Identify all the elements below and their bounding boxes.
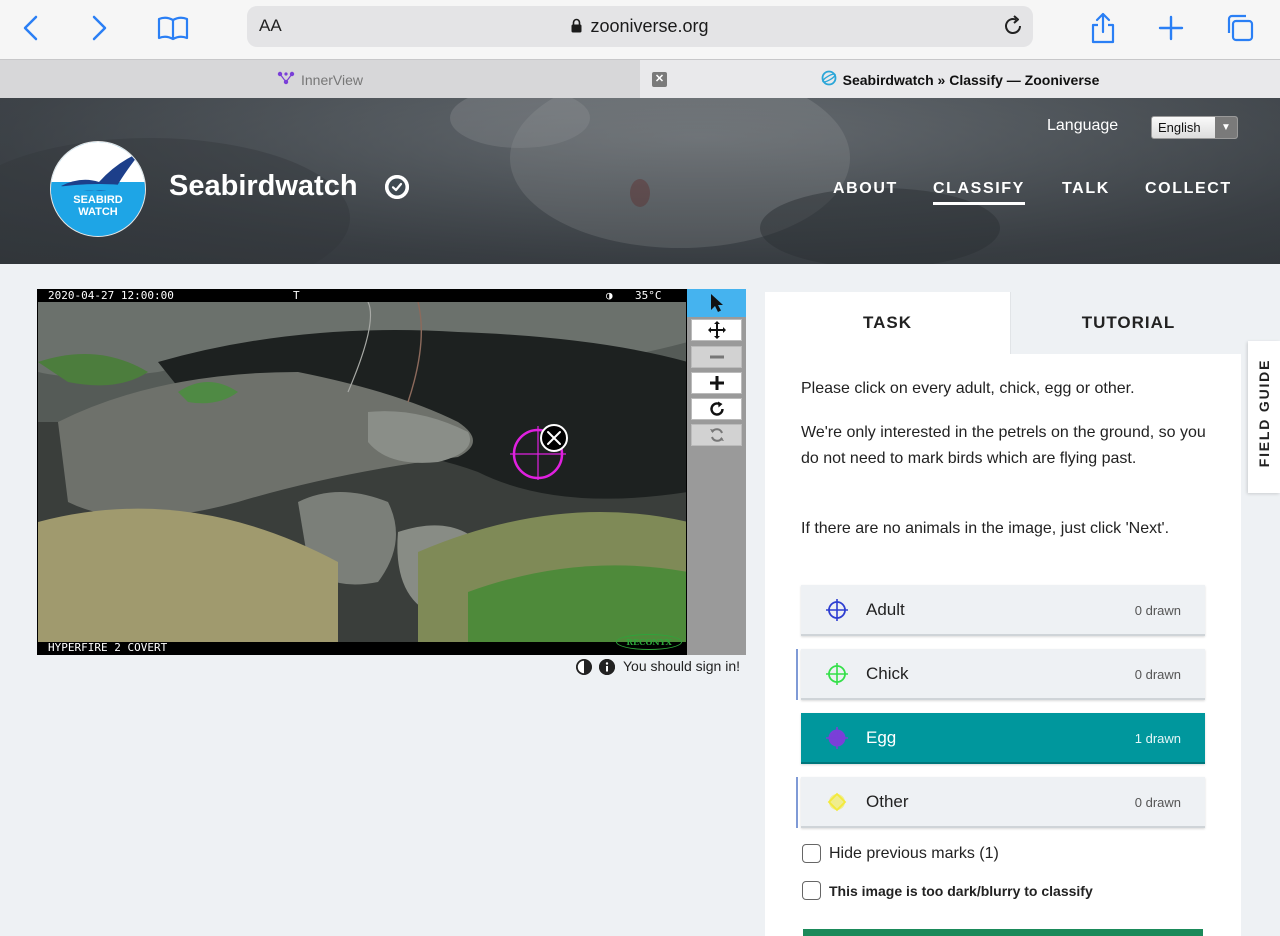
camera-model-bar: HYPERFIRE 2 COVERT <box>38 641 686 654</box>
nav-about[interactable]: ABOUT <box>833 180 898 198</box>
sign-in-prompt: You should sign in! <box>623 658 741 674</box>
rotate-icon <box>709 401 724 416</box>
next-button[interactable] <box>803 929 1203 936</box>
tab-tutorial[interactable]: TUTORIAL <box>1010 292 1246 354</box>
close-tab-icon[interactable]: ✕ <box>652 72 667 87</box>
camera-trap-photo <box>38 301 686 650</box>
moon-phase-icon: ◑ <box>606 289 613 302</box>
too-dark-label: This image is too dark/blurry to classif… <box>829 882 1093 899</box>
diamond-icon <box>827 792 847 812</box>
task-instruction-1: Please click on every adult, chick, egg … <box>801 380 1135 397</box>
language-label: Language <box>1047 117 1119 134</box>
hide-marks-option[interactable]: Hide previous marks (1) <box>802 844 999 863</box>
too-dark-option[interactable]: This image is too dark/blurry to classif… <box>802 881 1093 900</box>
tool-count: 0 drawn <box>1134 603 1181 618</box>
share-icon[interactable] <box>1085 10 1121 46</box>
crosshair-icon <box>826 599 848 621</box>
forward-chevron-icon[interactable] <box>81 10 117 46</box>
crosshair-icon <box>826 663 848 685</box>
nav-classify[interactable]: CLASSIFY <box>933 180 1025 205</box>
delete-mark-icon[interactable] <box>540 424 568 452</box>
row-accent <box>796 777 798 828</box>
tool-other[interactable]: Other 0 drawn <box>796 777 1205 828</box>
nav-talk[interactable]: TALK <box>1062 180 1110 198</box>
verified-badge-icon <box>385 175 409 199</box>
reconyx-logo: RECONYX <box>616 634 682 650</box>
row-accent <box>796 649 798 700</box>
zooniverse-favicon-icon <box>821 70 837 89</box>
tool-count: 0 drawn <box>1134 667 1181 682</box>
nav-collect[interactable]: COLLECT <box>1145 180 1232 198</box>
new-tab-plus-icon[interactable] <box>1153 10 1189 46</box>
logo-text-line2: WATCH <box>78 206 118 218</box>
browser-tab-bar: InnerView ✕ Seabirdwatch » Classify — Zo… <box>0 59 1280 99</box>
reload-icon[interactable] <box>1001 14 1025 38</box>
task-panel: TASK TUTORIAL Please click on every adul… <box>765 292 1246 936</box>
lock-icon <box>571 17 582 38</box>
reset-button[interactable] <box>691 424 742 446</box>
tab-task[interactable]: TASK <box>765 292 1010 354</box>
language-selected-value: English <box>1158 120 1201 135</box>
tab-seabirdwatch[interactable]: ✕ Seabirdwatch » Classify — Zooniverse <box>640 60 1280 99</box>
tool-label: Other <box>866 792 909 811</box>
temperature: 35°C <box>635 289 662 302</box>
task-instruction-3: If there are no animals in the image, ju… <box>801 520 1170 537</box>
address-bar[interactable]: AA zooniverse.org <box>247 6 1033 47</box>
tool-count: 0 drawn <box>1134 795 1181 810</box>
subject-image[interactable]: 2020-04-27 12:00:00 T ◑ 35°C HYPERFIRE 2… <box>37 289 687 655</box>
timestamp: 2020-04-27 12:00:00 <box>48 289 174 302</box>
tab-title: Seabirdwatch » Classify — Zooniverse <box>842 71 1100 88</box>
pointer-tool[interactable] <box>687 289 746 317</box>
cursor-arrow-icon <box>710 294 723 312</box>
project-header: Language English ▼ SEABIRD WATCH Seabird… <box>0 98 1280 264</box>
rotate-button[interactable] <box>691 398 742 420</box>
tabs-overview-icon[interactable] <box>1222 10 1258 46</box>
tab-innerview[interactable]: InnerView <box>0 60 640 99</box>
filled-circle-icon <box>826 727 848 749</box>
language-select[interactable]: English ▼ <box>1151 116 1238 139</box>
reset-icon <box>709 428 724 442</box>
tool-egg[interactable]: Egg 1 drawn <box>801 713 1205 764</box>
back-chevron-icon[interactable] <box>13 10 49 46</box>
project-avatar[interactable]: SEABIRD WATCH <box>50 141 146 237</box>
project-title[interactable]: Seabirdwatch <box>169 170 358 203</box>
field-guide-tab[interactable]: FIELD GUIDE <box>1248 341 1280 493</box>
tab-title: InnerView <box>300 71 363 88</box>
tool-count: 1 drawn <box>1134 731 1181 746</box>
pan-tool[interactable] <box>691 319 742 341</box>
field-guide-label: FIELD GUIDE <box>1256 358 1272 468</box>
url-display: zooniverse.org <box>247 16 1033 38</box>
dropdown-arrow-icon: ▼ <box>1215 117 1237 138</box>
minus-icon <box>709 355 724 359</box>
plus-icon <box>709 376 724 390</box>
camera-info-bar: 2020-04-27 12:00:00 T ◑ 35°C <box>38 289 686 302</box>
zoom-in-button[interactable] <box>691 372 742 394</box>
url-text: zooniverse.org <box>590 16 709 36</box>
logo-text-line1: SEABIRD <box>73 194 123 206</box>
logo-wordmark: SEABIRD WATCH <box>51 194 145 218</box>
camera-model: HYPERFIRE 2 COVERT <box>48 641 168 654</box>
innerview-favicon-icon <box>277 71 295 88</box>
camera-flag: T <box>293 289 300 302</box>
tool-label: Chick <box>866 664 909 683</box>
zoom-out-button[interactable] <box>691 346 742 368</box>
hide-marks-label: Hide previous marks (1) <box>829 844 999 862</box>
too-dark-checkbox[interactable] <box>802 881 821 900</box>
bookmarks-book-icon[interactable] <box>155 10 191 46</box>
tool-chick[interactable]: Chick 0 drawn <box>796 649 1205 700</box>
image-toolbar <box>687 289 746 655</box>
move-arrows-icon <box>707 321 726 339</box>
seabird-logo-icon <box>51 152 145 194</box>
invert-colors-icon[interactable] <box>576 659 592 675</box>
browser-toolbar: AA zooniverse.org <box>0 0 1280 59</box>
task-instruction-2: We're only interested in the petrels on … <box>801 424 1206 467</box>
tool-label: Egg <box>866 728 897 747</box>
info-icon[interactable] <box>599 659 615 675</box>
hide-marks-checkbox[interactable] <box>802 844 821 863</box>
tool-adult[interactable]: Adult 0 drawn <box>801 585 1205 636</box>
tool-label: Adult <box>866 600 905 619</box>
